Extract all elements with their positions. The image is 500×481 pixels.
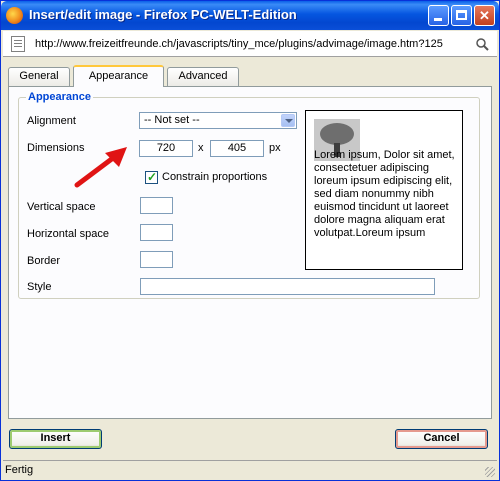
minimize-button[interactable] [428,5,449,26]
alignment-value: -- Not set -- [144,114,200,126]
vspace-input[interactable] [140,197,173,214]
hspace-label: Horizontal space [27,228,109,240]
preview-text: Lorem ipsum, Dolor sit amet, consectetue… [314,149,455,239]
insert-button[interactable]: Insert [9,429,102,449]
fieldset-legend: Appearance [26,91,93,103]
width-input[interactable]: 720 [139,140,193,157]
address-bar: http://www.freizeitfreunde.ch/javascript… [3,31,497,57]
maximize-button[interactable] [451,5,472,26]
tab-appearance[interactable]: Appearance [73,65,164,87]
unit-label: px [269,142,281,154]
style-label: Style [27,281,52,293]
border-label: Border [27,255,61,267]
status-text: Fertig [5,464,34,476]
checkmark-icon: ✓ [147,170,158,184]
constrain-label[interactable]: Constrain proportions [162,171,267,183]
close-button[interactable]: ✕ [474,5,495,26]
constrain-checkbox[interactable]: ✓ [145,170,158,184]
search-icon[interactable] [475,37,489,51]
firefox-icon [6,7,23,24]
window-title: Insert/edit image - Firefox PC-WELT-Edit… [29,7,297,22]
vspace-label: Vertical space [27,201,96,213]
tab-general[interactable]: General [8,67,70,86]
resize-grip-icon[interactable] [485,467,495,477]
close-icon: ✕ [479,8,490,23]
maximize-icon [456,10,467,20]
appearance-fieldset: Appearance Alignment -- Not set -- Dimen… [18,91,480,299]
page-icon [11,36,25,52]
style-input[interactable] [140,278,435,295]
status-bar: Fertig [3,460,497,479]
dimensions-separator: x [198,142,204,154]
image-preview: Lorem ipsum, Dolor sit amet, consectetue… [305,110,463,270]
annotation-arrow-icon [74,147,127,188]
dropdown-arrow-icon[interactable] [281,114,295,127]
hspace-input[interactable] [140,224,173,241]
alignment-label: Alignment [27,115,76,127]
height-input[interactable]: 405 [210,140,264,157]
tab-advanced[interactable]: Advanced [167,67,239,86]
dialog-window: Insert/edit image - Firefox PC-WELT-Edit… [0,0,500,481]
cancel-button[interactable]: Cancel [395,429,488,449]
alignment-select[interactable]: -- Not set -- [139,112,297,129]
border-input[interactable] [140,251,173,268]
appearance-panel: Appearance Alignment -- Not set -- Dimen… [8,86,492,419]
title-bar[interactable]: Insert/edit image - Firefox PC-WELT-Edit… [1,1,499,30]
url-text[interactable]: http://www.freizeitfreunde.ch/javascript… [35,38,469,50]
minimize-icon [434,18,442,21]
